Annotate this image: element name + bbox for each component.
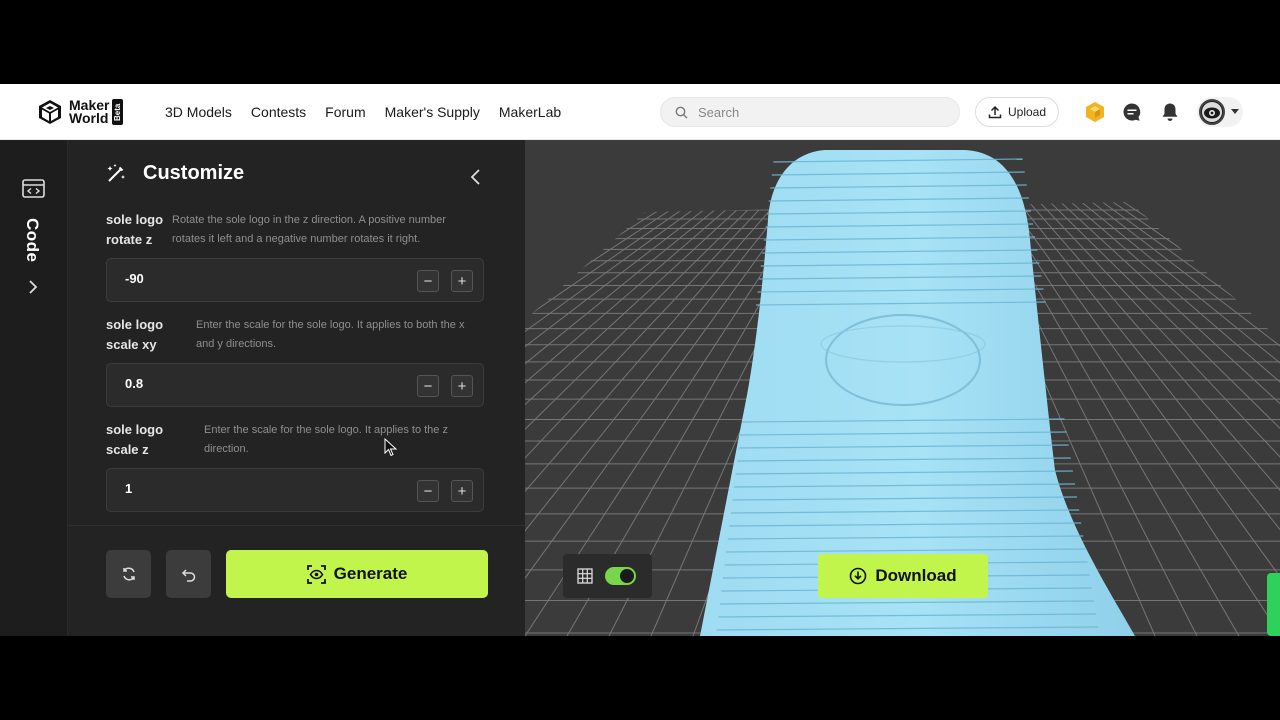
nav-link-forum[interactable]: Forum [325, 104, 365, 120]
nav-link-makerlab[interactable]: MakerLab [499, 104, 561, 120]
download-icon [850, 567, 867, 585]
undo-button[interactable] [166, 550, 211, 598]
chevron-down-icon [1231, 109, 1239, 114]
panel-divider [68, 525, 525, 526]
refresh-icon [122, 567, 135, 581]
scale-xy-field: − + [106, 363, 484, 407]
reset-button[interactable] [106, 550, 151, 598]
collapse-panel-chevron-icon[interactable] [468, 168, 484, 186]
beta-badge: Beta [112, 99, 124, 125]
scale-z-decrement-button[interactable]: − [417, 480, 439, 502]
account-menu[interactable] [1197, 97, 1243, 127]
chevron-right-icon[interactable] [28, 279, 38, 295]
param-description: Rotate the sole logo in the z direction.… [172, 214, 446, 245]
mouse-cursor-icon [384, 438, 397, 457]
scale-z-increment-button[interactable]: + [451, 480, 473, 502]
param-description: Enter the scale for the sole logo. It ap… [204, 424, 448, 455]
generate-button[interactable]: Generate [226, 550, 488, 598]
upload-button[interactable]: Upload [975, 97, 1059, 127]
nav-link-makers-supply[interactable]: Maker's Supply [385, 104, 480, 120]
makerworld-logo[interactable]: Maker World Beta [36, 98, 124, 126]
grid-toggle[interactable] [563, 554, 652, 598]
upload-icon [988, 105, 1002, 119]
param-label: sole logo scale xy [106, 317, 164, 352]
logo-line-2: World [69, 110, 109, 126]
generate-eye-icon [306, 564, 326, 584]
panel-title: Customize [143, 162, 245, 184]
code-tab-label[interactable]: Code [22, 218, 42, 263]
rotate-z-input[interactable] [125, 271, 325, 286]
nav-link-3d-models[interactable]: 3D Models [165, 104, 232, 120]
bell-icon[interactable] [1158, 100, 1182, 124]
nav-links: 3D Models Contests Forum Maker's Supply … [165, 84, 580, 140]
credits-icon[interactable] [1083, 100, 1107, 124]
search-icon [675, 106, 688, 118]
customize-panel: Customize sole logo rotate z Rotate the … [68, 140, 525, 636]
panel-header: Customize [106, 162, 244, 185]
param-description: Enter the scale for the sole logo. It ap… [196, 319, 465, 350]
grid-icon [577, 568, 593, 584]
undo-icon [181, 569, 195, 582]
upload-label: Upload [1007, 105, 1047, 119]
grid-switch[interactable] [605, 567, 636, 585]
scale-xy-increment-button[interactable]: + [451, 375, 473, 397]
param-label: sole logo rotate z [106, 212, 164, 247]
avatar [1199, 99, 1225, 125]
generate-label: Generate [333, 564, 408, 583]
download-button[interactable]: Download [818, 554, 988, 598]
nav-link-contests[interactable]: Contests [251, 104, 306, 120]
logo-cube-icon [39, 100, 61, 124]
param-label: sole logo scale z [106, 422, 164, 457]
code-editor-icon[interactable] [22, 179, 45, 198]
search-input[interactable] [698, 104, 938, 120]
magic-wand-icon [107, 164, 125, 182]
scale-z-field: − + [106, 468, 484, 512]
search-box[interactable] [660, 97, 960, 127]
maker-world-window: Maker World Beta 3D Models Contests Foru… [0, 84, 1280, 636]
rotate-z-decrement-button[interactable]: − [417, 270, 439, 292]
download-label: Download [875, 566, 957, 585]
rotate-z-increment-button[interactable]: + [451, 270, 473, 292]
scale-xy-decrement-button[interactable]: − [417, 375, 439, 397]
scale-xy-input[interactable] [125, 376, 325, 391]
model-viewport[interactable]: Download [525, 140, 1280, 636]
rotate-z-field: − + [106, 258, 484, 302]
top-nav: Maker World Beta 3D Models Contests Foru… [0, 84, 1280, 140]
left-rail: Code [0, 140, 68, 636]
feedback-side-tab[interactable] [1267, 573, 1280, 636]
logo-text: Maker World [69, 98, 109, 126]
scale-z-input[interactable] [125, 481, 325, 496]
messages-icon[interactable] [1120, 100, 1144, 124]
